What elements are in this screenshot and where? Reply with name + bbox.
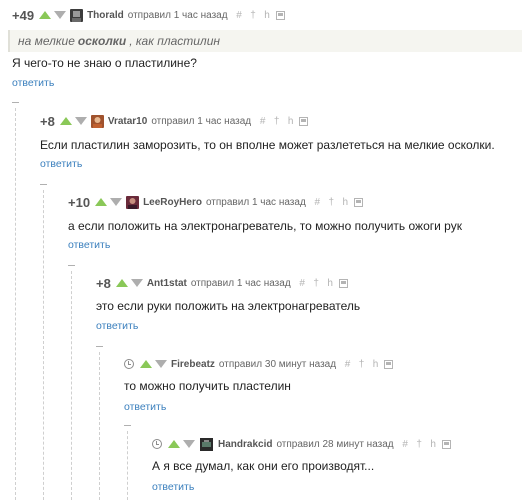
comment-text: Я чего-то не знаю о пластилине? bbox=[12, 56, 197, 70]
comment-rating: +8 bbox=[40, 113, 55, 129]
quote-block: на мелкие осколки , как пластилин bbox=[8, 30, 522, 52]
downvote-icon[interactable] bbox=[74, 117, 87, 125]
avatar[interactable] bbox=[126, 195, 140, 209]
comment-rating: +10 bbox=[68, 194, 91, 210]
collapse-toggle[interactable] bbox=[68, 265, 75, 266]
h-icon[interactable]: h bbox=[340, 197, 351, 208]
thread-line bbox=[99, 352, 100, 500]
posted-time: отправил 1 час назад bbox=[151, 115, 252, 127]
comment-tools: # † h bbox=[342, 359, 394, 370]
comment-text: а если положить на электронагреватель, т… bbox=[68, 219, 462, 233]
upvote-icon[interactable] bbox=[39, 11, 52, 19]
upvote-icon[interactable] bbox=[59, 117, 72, 125]
comment-tools: # † h bbox=[297, 278, 348, 289]
link-icon[interactable]: # bbox=[234, 10, 245, 21]
comment-tools: # † h bbox=[312, 197, 363, 208]
username[interactable]: LeeRoyHero bbox=[143, 197, 202, 208]
thread-line bbox=[127, 431, 128, 500]
comment-text: А я все думал, как они его производят... bbox=[152, 459, 375, 473]
upvote-icon[interactable] bbox=[95, 198, 108, 206]
dagger-icon[interactable]: † bbox=[271, 116, 282, 127]
posted-time: отправил 1 час назад bbox=[127, 9, 228, 21]
comment-tools: # † h bbox=[400, 439, 451, 450]
h-icon[interactable]: h bbox=[370, 359, 381, 370]
posted-time: отправил 28 минут назад bbox=[276, 438, 394, 450]
h-icon[interactable]: h bbox=[262, 10, 273, 21]
collapse-toggle[interactable] bbox=[96, 346, 103, 347]
save-icon[interactable] bbox=[338, 278, 348, 288]
posted-time: отправил 1 час назад bbox=[190, 277, 291, 289]
collapse-toggle[interactable] bbox=[40, 184, 47, 185]
save-icon[interactable] bbox=[275, 10, 285, 20]
quote-text-start: на мелкие bbox=[18, 34, 75, 48]
comment-header: Firebeatz отправил 30 минут назад # † h bbox=[124, 355, 394, 373]
dagger-icon[interactable]: † bbox=[248, 10, 259, 21]
upvote-icon[interactable] bbox=[115, 279, 128, 287]
collapse-toggle[interactable] bbox=[124, 425, 131, 426]
upvote-icon[interactable] bbox=[168, 440, 180, 448]
downvote-icon[interactable] bbox=[130, 279, 143, 287]
save-icon[interactable] bbox=[384, 359, 394, 369]
downvote-icon[interactable] bbox=[155, 360, 167, 368]
link-icon[interactable]: # bbox=[297, 278, 308, 289]
dagger-icon[interactable]: † bbox=[414, 439, 425, 450]
thread-line bbox=[71, 271, 72, 500]
comment-rating: +8 bbox=[96, 275, 111, 291]
comment-tools: # † h bbox=[257, 116, 309, 127]
username[interactable]: Handrakcid bbox=[218, 439, 272, 450]
comment-header: +10 LeeRoyHero отправил 1 час назад # † … bbox=[68, 193, 363, 211]
dagger-icon[interactable]: † bbox=[311, 278, 322, 289]
quote-bold: осколки bbox=[77, 34, 127, 48]
posted-time: отправил 1 час назад bbox=[205, 196, 306, 208]
dagger-icon[interactable]: † bbox=[356, 359, 367, 370]
reply-link[interactable]: ответить bbox=[68, 239, 110, 251]
username[interactable]: Ant1stat bbox=[147, 278, 187, 289]
comment-text: Если пластилин заморозить, то он вполне … bbox=[40, 138, 495, 152]
comment-header: +8 Vratar10 отправил 1 час назад # † h bbox=[40, 112, 309, 130]
link-icon[interactable]: # bbox=[400, 439, 411, 450]
downvote-icon[interactable] bbox=[183, 440, 195, 448]
reply-link[interactable]: ответить bbox=[40, 158, 82, 170]
avatar[interactable] bbox=[90, 114, 104, 128]
h-icon[interactable]: h bbox=[325, 278, 336, 289]
clock-icon bbox=[152, 439, 162, 449]
posted-time: отправил 30 минут назад bbox=[218, 358, 337, 370]
comment-text: то можно получить пластелин bbox=[124, 379, 291, 393]
avatar[interactable] bbox=[199, 437, 214, 451]
thread-line bbox=[15, 108, 16, 500]
reply-link[interactable]: ответить bbox=[96, 320, 138, 332]
save-icon[interactable] bbox=[353, 197, 363, 207]
link-icon[interactable]: # bbox=[312, 197, 323, 208]
comment-text: это если руки положить на электронагрева… bbox=[96, 299, 361, 313]
comment-tools: # † h bbox=[234, 10, 285, 21]
downvote-icon[interactable] bbox=[54, 11, 67, 19]
link-icon[interactable]: # bbox=[257, 116, 268, 127]
reply-link[interactable]: ответить bbox=[152, 481, 194, 493]
clock-icon bbox=[124, 359, 134, 369]
quote-text-end: , как пластилин bbox=[129, 34, 220, 48]
dagger-icon[interactable]: † bbox=[326, 197, 337, 208]
username[interactable]: Vratar10 bbox=[108, 116, 147, 127]
reply-link[interactable]: ответить bbox=[12, 77, 54, 89]
h-icon[interactable]: h bbox=[285, 116, 296, 127]
username[interactable]: Firebeatz bbox=[171, 359, 215, 370]
collapse-toggle[interactable] bbox=[12, 102, 19, 103]
upvote-icon[interactable] bbox=[140, 360, 152, 368]
comment-header: +8 Ant1stat отправил 1 час назад # † h bbox=[96, 274, 348, 292]
h-icon[interactable]: h bbox=[428, 439, 439, 450]
save-icon[interactable] bbox=[299, 116, 309, 126]
downvote-icon[interactable] bbox=[110, 198, 123, 206]
link-icon[interactable]: # bbox=[342, 359, 353, 370]
comment-header: Handrakcid отправил 28 минут назад # † h bbox=[152, 435, 451, 453]
save-icon[interactable] bbox=[441, 439, 451, 449]
comment-rating: +49 bbox=[12, 7, 35, 23]
username[interactable]: Thorald bbox=[87, 10, 124, 21]
reply-link[interactable]: ответить bbox=[124, 401, 166, 413]
comment-header: +49 Thorald отправил 1 час назад # † h bbox=[12, 6, 285, 24]
avatar[interactable] bbox=[70, 8, 84, 22]
thread-line bbox=[43, 190, 44, 500]
